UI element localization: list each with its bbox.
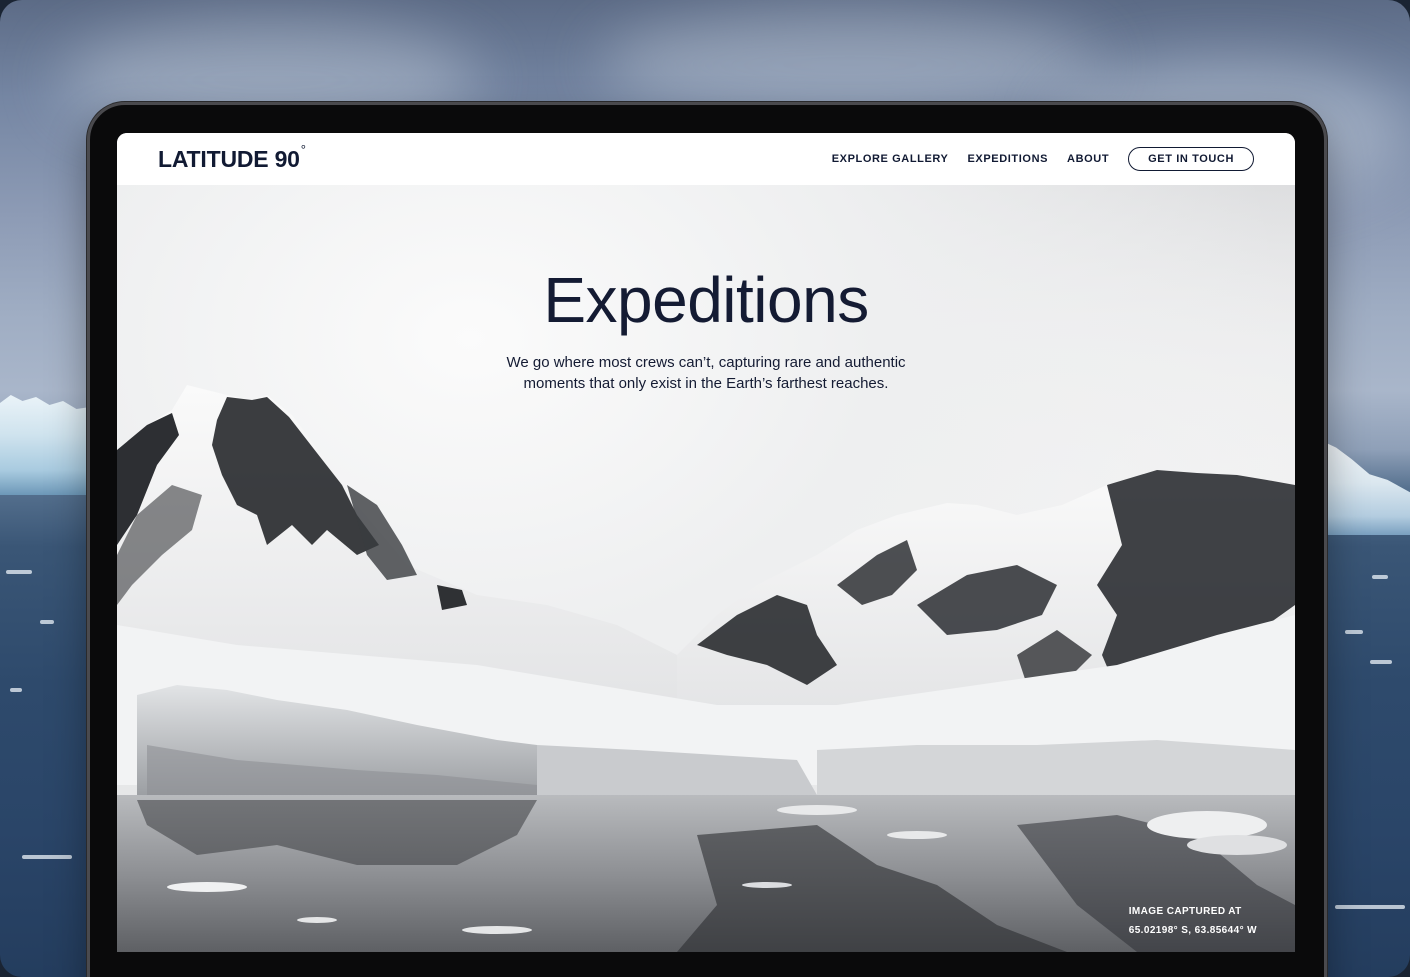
brand-logo[interactable]: LATITUDE 90 ° [158, 141, 306, 173]
get-in-touch-button[interactable]: GET IN TOUCH [1128, 147, 1254, 171]
caption-coordinates: 65.02198° S, 63.85644° W [1128, 925, 1257, 936]
nav-link-explore-gallery[interactable]: EXPLORE GALLERY [832, 153, 949, 165]
hero-section: Expeditions We go where most crews can’t… [117, 185, 1295, 952]
caption-line-1: IMAGE CAPTURED AT [1128, 906, 1242, 917]
browser-screen: LATITUDE 90 ° EXPLORE GALLERY EXPEDITIONS… [117, 133, 1295, 952]
iceberg-left [0, 395, 90, 495]
hero-subtitle: We go where most crews can’t, capturing … [506, 354, 906, 392]
degree-symbol: ° [300, 141, 306, 157]
page-title: Expeditions [543, 264, 869, 336]
site-header: LATITUDE 90 ° EXPLORE GALLERY EXPEDITIONS… [117, 133, 1295, 185]
main-nav: EXPLORE GALLERY EXPEDITIONS ABOUT GET IN… [832, 147, 1254, 171]
nav-link-expeditions[interactable]: EXPEDITIONS [967, 153, 1048, 165]
image-location-caption: IMAGE CAPTURED AT 65.02198° S, 63.85644°… [1129, 902, 1257, 940]
nav-link-about[interactable]: ABOUT [1067, 153, 1109, 165]
iceberg-right [1320, 440, 1410, 535]
brand-name: LATITUDE 90 [158, 145, 300, 172]
